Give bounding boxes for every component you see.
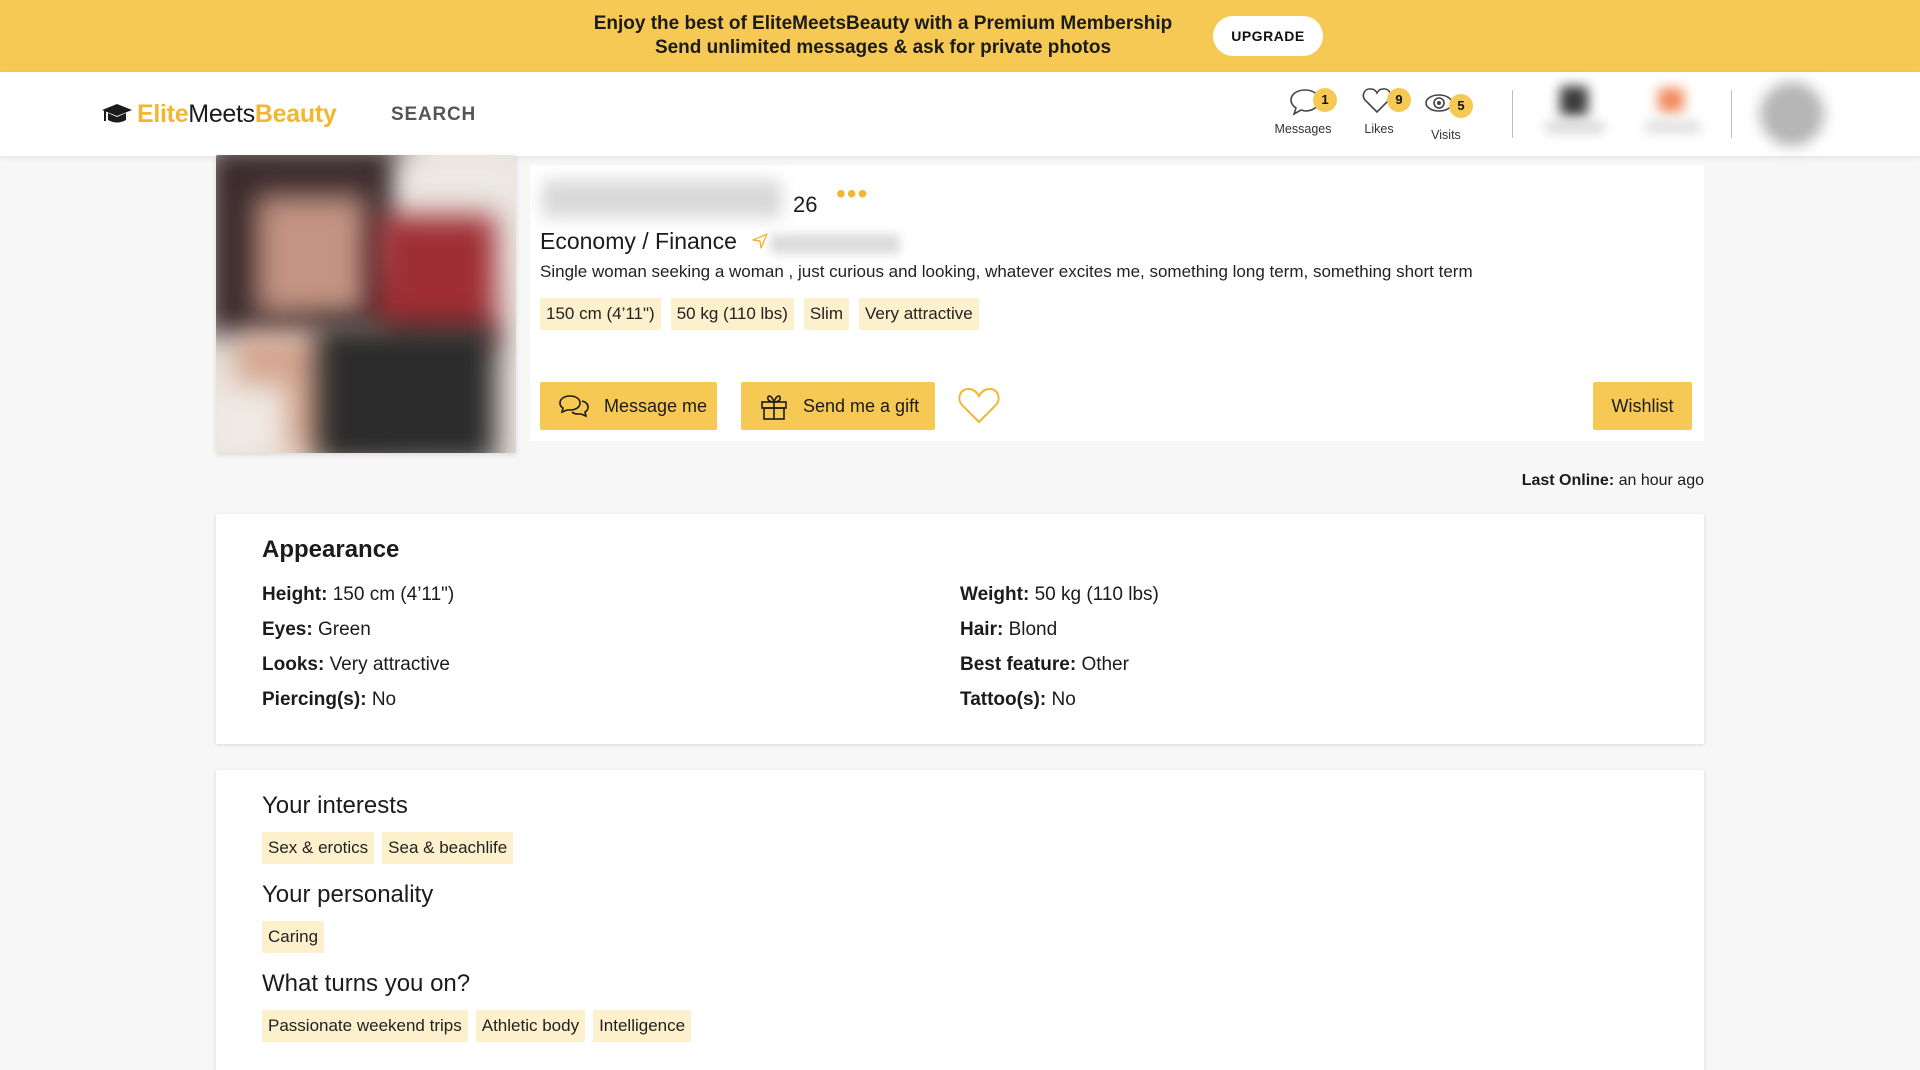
interests-title: Your interests — [262, 792, 408, 819]
profile-description: Single woman seeking a woman , just curi… — [540, 262, 1473, 281]
photo-blur-region — [216, 385, 286, 453]
attr-value: Blond — [1008, 619, 1058, 640]
interest-chip: Sea & beachlife — [382, 832, 514, 864]
logo-elite: Elite — [137, 99, 189, 128]
turnons-title: What turns you on? — [262, 970, 471, 997]
graduation-cap-icon — [102, 104, 132, 123]
last-online: Last Online: an hour ago — [1522, 472, 1704, 490]
blurred-label — [1645, 122, 1701, 132]
attr-hair: Hair: Blond — [960, 619, 1057, 641]
photo-blur-region — [256, 195, 366, 315]
promo-line-1: Enjoy the best of EliteMeetsBeauty with … — [593, 13, 1173, 34]
promo-line-2: Send unlimited messages & ask for privat… — [654, 37, 1112, 58]
chat-bubbles-icon — [559, 395, 589, 418]
gift-icon — [761, 395, 787, 420]
upgrade-button[interactable]: UPGRADE — [1213, 16, 1323, 56]
nav-visits[interactable]: 5 Visits — [1414, 86, 1478, 142]
likes-label: Likes — [1364, 122, 1394, 136]
logo-meets: Meets — [188, 99, 255, 128]
tag-weight: 50 kg (110 lbs) — [670, 298, 794, 330]
visits-count-badge: 5 — [1449, 94, 1473, 118]
attr-looks: Looks: Very attractive — [262, 654, 450, 676]
send-gift-button[interactable]: Send me a gift — [741, 382, 935, 430]
nav-likes[interactable]: 9 Likes — [1352, 86, 1411, 136]
location-arrow-icon — [752, 233, 768, 249]
blurred-location — [770, 234, 900, 254]
attr-label: Looks: — [262, 654, 325, 675]
appearance-card: Appearance Height: 150 cm (4’11") Eyes: … — [216, 514, 1704, 744]
blurred-label — [1545, 122, 1605, 132]
attr-height: Height: 150 cm (4’11") — [262, 584, 454, 606]
attr-label: Tattoo(s): — [960, 689, 1047, 710]
attr-value: 150 cm (4’11") — [332, 584, 455, 605]
header-divider — [1731, 90, 1732, 138]
attr-label: Piercing(s): — [262, 689, 367, 710]
promo-text: Enjoy the best of EliteMeetsBeauty with … — [560, 12, 1206, 60]
attr-label: Height: — [262, 584, 328, 605]
favorite-heart-icon[interactable] — [957, 385, 1001, 425]
turnon-chip: Athletic body — [475, 1010, 586, 1042]
attr-value: No — [1051, 689, 1076, 710]
profile-photo[interactable] — [216, 155, 516, 453]
header-divider — [1512, 90, 1513, 138]
attr-piercings: Piercing(s): No — [262, 689, 396, 711]
tag-body-type: Slim — [803, 298, 849, 330]
profile-occupation: Economy / Finance — [540, 228, 737, 254]
tag-height: 150 cm (4’11") — [540, 298, 661, 330]
top-navigation: EliteMeetsBeauty SEARCH 1 Messages 9 Lik… — [0, 72, 1920, 156]
attr-value: 50 kg (110 lbs) — [1034, 584, 1159, 605]
attr-label: Eyes: — [262, 619, 313, 640]
avatar[interactable] — [1760, 82, 1824, 146]
photo-blur-region — [316, 325, 496, 453]
last-online-value: an hour ago — [1618, 472, 1704, 489]
last-online-label: Last Online: — [1521, 472, 1615, 489]
nav-messages[interactable]: 1 Messages — [1268, 86, 1338, 136]
logo-text: EliteMeetsBeauty — [137, 99, 337, 129]
turnon-chip: Passionate weekend trips — [262, 1010, 468, 1042]
interests-card: Your interests Sex & erotics Sea & beach… — [216, 770, 1704, 1070]
interests-chips: Sex & erotics Sea & beachlife — [262, 832, 514, 864]
send-gift-label: Send me a gift — [803, 395, 920, 416]
interest-chip: Sex & erotics — [262, 832, 375, 864]
turnons-chips: Passionate weekend trips Athletic body I… — [262, 1010, 692, 1042]
likes-count-badge: 9 — [1387, 88, 1411, 112]
site-logo[interactable]: EliteMeetsBeauty — [100, 98, 337, 130]
more-options-icon[interactable]: ••• — [836, 180, 868, 208]
messages-label: Messages — [1274, 122, 1332, 136]
attr-value: Very attractive — [329, 654, 450, 675]
personality-chips: Caring — [262, 921, 325, 953]
logo-beauty: Beauty — [254, 99, 337, 128]
blurred-status-icon[interactable] — [1658, 88, 1684, 112]
turnon-chip: Intelligence — [593, 1010, 692, 1042]
profile-tags: 150 cm (4’11") 50 kg (110 lbs) Slim Very… — [540, 298, 979, 330]
attr-value: Green — [317, 619, 371, 640]
attr-eyes: Eyes: Green — [262, 619, 371, 641]
messages-count-badge: 1 — [1313, 88, 1337, 112]
personality-title: Your personality — [262, 881, 434, 908]
attr-label: Weight: — [960, 584, 1030, 605]
blurred-profile-icon[interactable] — [1560, 86, 1588, 116]
visits-label: Visits — [1431, 128, 1461, 142]
attr-best-feature: Best feature: Other — [960, 654, 1129, 676]
tag-looks: Very attractive — [858, 298, 979, 330]
attr-label: Hair: — [960, 619, 1004, 640]
attr-weight: Weight: 50 kg (110 lbs) — [960, 584, 1159, 606]
message-me-label: Message me — [604, 395, 708, 416]
attr-value: No — [371, 689, 397, 710]
nav-search-link[interactable]: SEARCH — [391, 104, 476, 126]
blurred-username — [542, 180, 782, 218]
attr-value: Other — [1081, 654, 1129, 675]
promo-banner: Enjoy the best of EliteMeetsBeauty with … — [0, 0, 1920, 72]
attr-tattoos: Tattoo(s): No — [960, 689, 1076, 711]
attr-label: Best feature: — [960, 654, 1077, 675]
personality-chip: Caring — [262, 921, 325, 953]
profile-age: 26 — [793, 192, 818, 217]
message-me-button[interactable]: Message me — [540, 382, 717, 430]
wishlist-button[interactable]: Wishlist — [1593, 382, 1692, 430]
appearance-title: Appearance — [262, 536, 400, 563]
